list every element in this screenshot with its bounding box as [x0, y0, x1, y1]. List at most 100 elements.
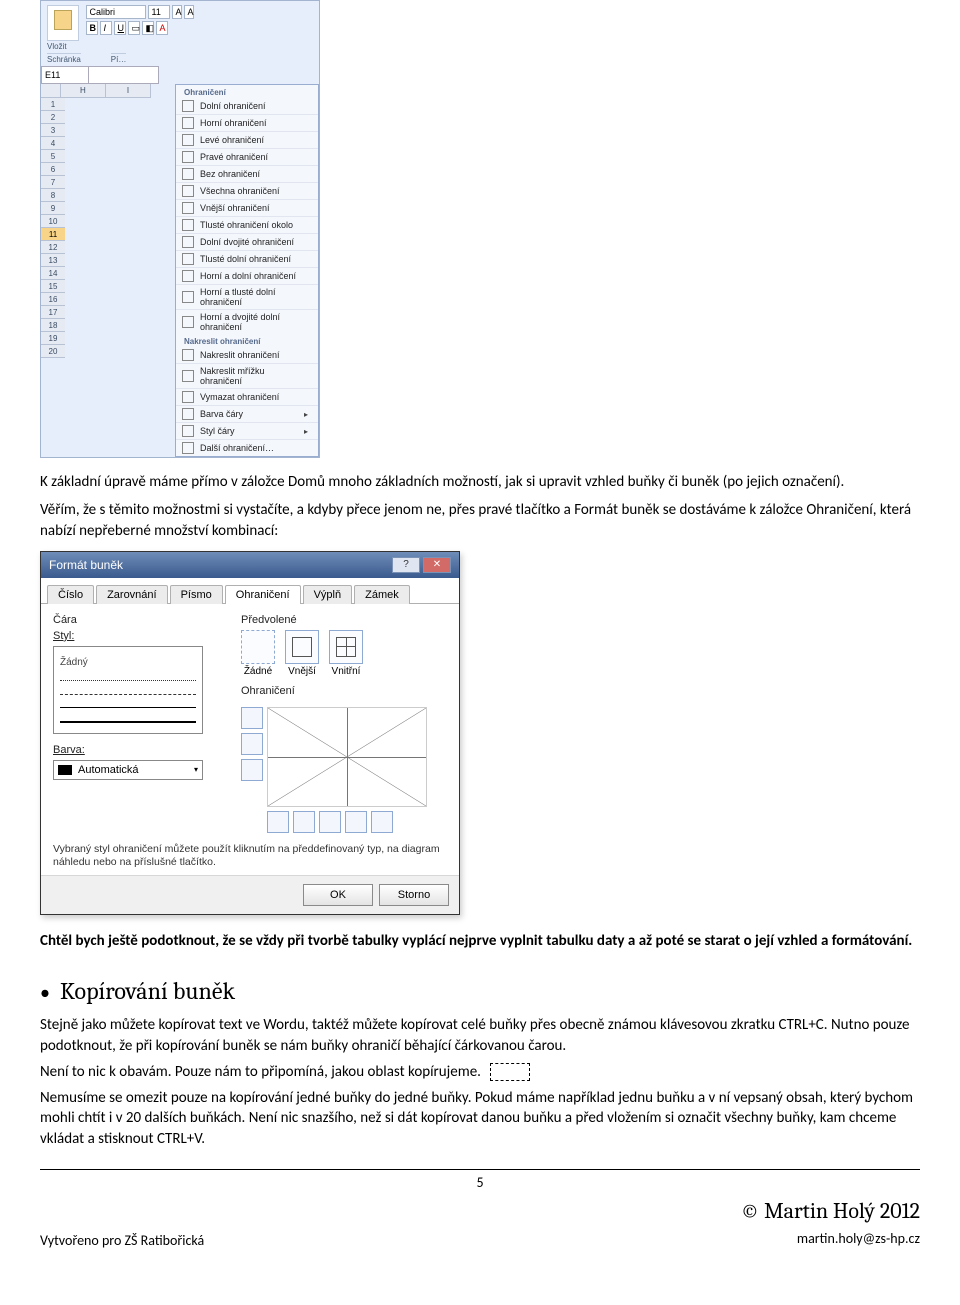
edge-mid-h-btn[interactable]	[241, 733, 263, 755]
border-menu-item[interactable]: Dolní ohraničení	[176, 98, 318, 114]
border-menu-item[interactable]: Horní a tlusté dolní ohraničení	[176, 284, 318, 309]
dialog-tab[interactable]: Ohraničení	[225, 585, 301, 604]
row-header[interactable]: 12	[41, 241, 65, 254]
row-header[interactable]: 20	[41, 345, 65, 358]
group-clipboard-label: Schránka	[47, 53, 81, 64]
border-menu-item[interactable]: Další ohraničení…	[176, 439, 318, 456]
border-menu-label: Dolní dvojité ohraničení	[200, 237, 294, 247]
row-header[interactable]: 6	[41, 163, 65, 176]
row-header[interactable]: 8	[41, 189, 65, 202]
close-button[interactable]: ✕	[423, 557, 451, 573]
border-icon	[182, 134, 194, 146]
border-menu-label: Tlusté ohraničení okolo	[200, 220, 293, 230]
border-menu-label: Vymazat ohraničení	[200, 392, 279, 402]
row-header[interactable]: 2	[41, 111, 65, 124]
row-header[interactable]: 14	[41, 267, 65, 280]
shrink-font-btn[interactable]: A	[184, 5, 194, 19]
row-header[interactable]: 18	[41, 319, 65, 332]
border-menu-label: Barva čáry	[200, 409, 243, 419]
border-menu-item[interactable]: Horní a dvojité dolní ohraničení	[176, 309, 318, 334]
border-menu-item[interactable]: Levé ohraničení	[176, 131, 318, 148]
color-combo[interactable]: Automatická ▾	[53, 760, 203, 780]
preset-none-btn[interactable]	[241, 630, 275, 664]
row-header[interactable]: 10	[41, 215, 65, 228]
help-button[interactable]: ?	[392, 557, 420, 573]
italic-btn[interactable]: I	[100, 21, 112, 35]
paragraph-4: Stejně jako můžete kopírovat text ve Wor…	[40, 1015, 920, 1056]
font-size-combo[interactable]: 11	[148, 5, 170, 19]
row-header[interactable]: 15	[41, 280, 65, 293]
dialog-tab[interactable]: Výplň	[303, 585, 353, 604]
row-header[interactable]: 7	[41, 176, 65, 189]
color-swatch	[58, 765, 72, 775]
preset-inside-btn[interactable]	[329, 630, 363, 664]
col-I[interactable]: I	[106, 84, 151, 98]
row-header[interactable]: 1	[41, 98, 65, 111]
border-menu-item[interactable]: Vnější ohraničení	[176, 199, 318, 216]
edge-diag1-btn[interactable]	[267, 811, 289, 833]
row-header[interactable]: 4	[41, 137, 65, 150]
underline-btn[interactable]: U	[114, 21, 126, 35]
edge-right-btn[interactable]	[345, 811, 367, 833]
color-label: Barva:	[53, 744, 223, 756]
col-H[interactable]: H	[61, 84, 106, 98]
row-header[interactable]: 16	[41, 293, 65, 306]
name-box[interactable]: E11	[41, 66, 89, 84]
ok-button[interactable]: OK	[303, 884, 373, 906]
border-menu-item[interactable]: Pravé ohraničení	[176, 148, 318, 165]
edge-diag2-btn[interactable]	[371, 811, 393, 833]
border-icon	[182, 236, 194, 248]
font-name-combo[interactable]: Calibri	[86, 5, 146, 19]
border-icon	[182, 117, 194, 129]
edge-left-btn[interactable]	[293, 811, 315, 833]
edge-top-btn[interactable]	[241, 707, 263, 729]
border-icon	[182, 408, 194, 420]
border-preview[interactable]	[267, 707, 427, 807]
dialog-tab[interactable]: Zámek	[354, 585, 410, 604]
dialog-hint: Vybraný styl ohraničení můžete použít kl…	[53, 843, 447, 869]
row-header[interactable]: 3	[41, 124, 65, 137]
border-menu-label: Levé ohraničení	[200, 135, 264, 145]
line-style-list[interactable]: Žádný	[53, 646, 203, 734]
row-header[interactable]: 11	[41, 228, 65, 241]
edge-mid-v-btn[interactable]	[319, 811, 341, 833]
border-menu-item[interactable]: Barva čáry▸	[176, 405, 318, 422]
dialog-tab[interactable]: Číslo	[47, 585, 94, 604]
row-header[interactable]: 5	[41, 150, 65, 163]
border-menu-item[interactable]: Všechna ohraničení	[176, 182, 318, 199]
grow-font-btn[interactable]: A	[172, 5, 182, 19]
border-menu-item[interactable]: Horní ohraničení	[176, 114, 318, 131]
select-all-corner[interactable]	[41, 84, 61, 98]
border-label: Ohraničení	[241, 685, 447, 697]
border-menu-item[interactable]: Dolní dvojité ohraničení	[176, 233, 318, 250]
border-menu-item[interactable]: Vymazat ohraničení	[176, 388, 318, 405]
dialog-tab[interactable]: Písmo	[170, 585, 223, 604]
cancel-button[interactable]: Storno	[379, 884, 449, 906]
style-none[interactable]: Žádný	[60, 657, 196, 668]
preset-outline-btn[interactable]	[285, 630, 319, 664]
row-header[interactable]: 17	[41, 306, 65, 319]
edge-bottom-btn[interactable]	[241, 759, 263, 781]
border-menu-item[interactable]: Nakreslit ohraničení	[176, 347, 318, 363]
border-menu-item[interactable]: Tlusté ohraničení okolo	[176, 216, 318, 233]
bold-btn[interactable]: B	[86, 21, 98, 35]
paragraph-1: K základní úpravě máme přímo v záložce D…	[40, 472, 920, 492]
border-menu-label: Tlusté dolní ohraničení	[200, 254, 291, 264]
paragraph-2: Věřím, že s těmito možnostmi si vystačít…	[40, 500, 920, 541]
row-header[interactable]: 19	[41, 332, 65, 345]
border-menu-item[interactable]: Nakreslit mřížku ohraničení	[176, 363, 318, 388]
font-color-btn[interactable]: A	[156, 21, 168, 35]
formula-bar[interactable]	[89, 66, 159, 84]
border-menu-item[interactable]: Tlusté dolní ohraničení	[176, 250, 318, 267]
borders-split-btn[interactable]: ▭	[128, 21, 140, 35]
excel-border-menu-screenshot: Calibri 11 A A B I U ▭ ◧ A Vložit Schrán…	[40, 0, 320, 458]
fill-color-btn[interactable]: ◧	[142, 21, 154, 35]
border-menu-item[interactable]: Horní a dolní ohraničení	[176, 267, 318, 284]
border-menu-item[interactable]: Bez ohraničení	[176, 165, 318, 182]
border-icon	[182, 316, 194, 328]
border-menu-label: Bez ohraničení	[200, 169, 260, 179]
row-header[interactable]: 13	[41, 254, 65, 267]
row-header[interactable]: 9	[41, 202, 65, 215]
dialog-tab[interactable]: Zarovnání	[96, 585, 168, 604]
border-menu-item[interactable]: Styl čáry▸	[176, 422, 318, 439]
